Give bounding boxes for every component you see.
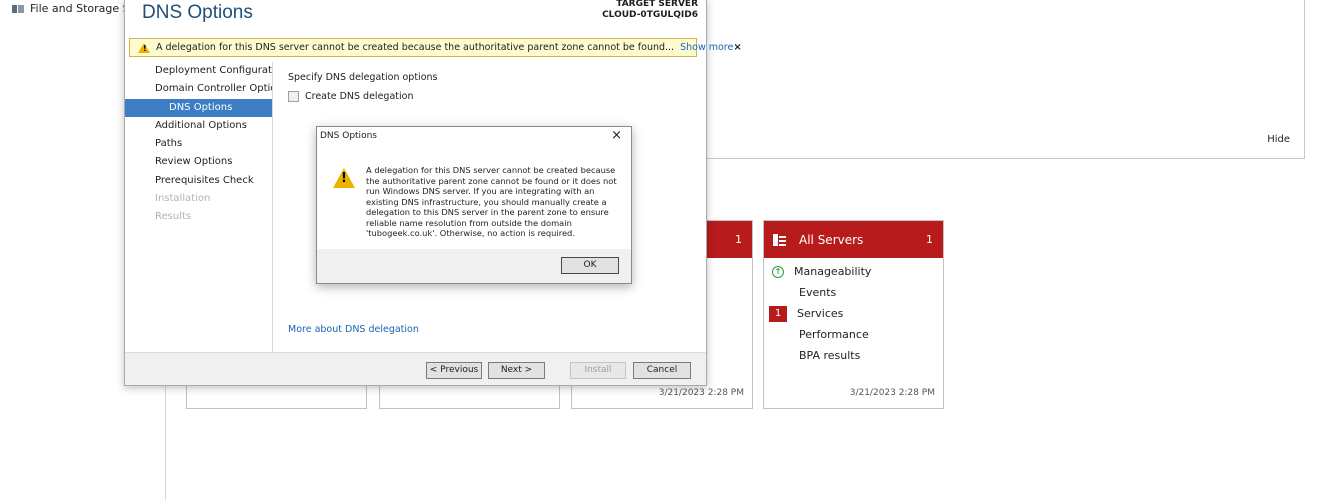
tile-3-timestamp: 3/21/2023 2:28 PM [658,388,744,398]
message-line: delegation to this DNS server in the par… [366,207,609,217]
row-label: Manageability [794,265,872,278]
banner-text: A delegation for this DNS server cannot … [156,42,675,53]
server-group-icon [773,233,786,246]
install-button: Install [570,362,626,379]
message-line: the authoritative parent zone cannot be … [366,175,617,186]
show-more-link[interactable]: Show more [680,42,733,53]
dns-options-messagebox: DNS Options × ! A delegation for this DN… [316,126,632,284]
cancel-button[interactable]: Cancel [633,362,691,379]
create-dns-delegation[interactable]: Create DNS delegation [288,91,413,102]
nav-domain-controller-options[interactable]: Domain Controller Options [125,80,272,98]
create-delegation-checkbox[interactable] [288,91,299,102]
all-servers-tile[interactable]: All Servers 1 ↑ Manageability Events 1 S… [763,220,944,409]
nav-divider [272,62,273,352]
message-line: A delegation for this DNS server cannot … [366,165,616,175]
ok-button[interactable]: OK [561,257,619,274]
all-servers-title: All Servers [799,232,864,247]
nav-paths[interactable]: Paths [125,135,272,153]
message-line: run Windows DNS server. If you are integ… [366,186,595,196]
nav-dns-options[interactable]: DNS Options [125,98,272,117]
warning-icon: ! [333,168,355,188]
messagebox-title: DNS Options [320,131,377,141]
row-services[interactable]: 1 Services [764,303,943,324]
nav-item-file-storage[interactable]: File and Storage Ser [12,2,141,15]
up-arrow-circle-icon: ↑ [772,265,784,278]
warning-icon: ! [138,42,150,53]
file-storage-icon [12,4,24,14]
row-performance[interactable]: Performance [764,324,943,345]
tile-3-count: 1 [735,233,742,246]
row-label: BPA results [799,349,861,362]
row-manageability[interactable]: ↑ Manageability [764,261,943,282]
services-badge: 1 [769,305,787,322]
message-line: reliable name resolution from outside th… [366,217,572,228]
hide-link[interactable]: Hide [1267,134,1290,145]
target-server-name: CLOUD-0TGULQID6 [602,10,698,20]
wizard-footer: < Previous Next > Install Cancel [125,352,706,385]
more-about-dns-link[interactable]: More about DNS delegation [288,324,419,335]
all-servers-header[interactable]: All Servers 1 [764,221,943,258]
target-server: TARGET SERVER CLOUD-0TGULQID6 [602,0,698,21]
message-line: 'tubogeek.co.uk'. Otherwise, no action i… [366,228,575,238]
banner-close-icon[interactable]: × [733,42,741,53]
nav-installation: Installation [155,193,211,205]
row-label: Events [799,286,837,299]
create-delegation-label: Create DNS delegation [305,91,414,102]
row-label: Services [797,307,844,320]
nav-results: Results [155,211,192,223]
nav-additional-options[interactable]: Additional Options [125,117,272,135]
wizard-nav: Deployment Configuration Domain Controll… [125,62,272,227]
previous-button[interactable]: < Previous [426,362,482,379]
nav-review-options[interactable]: Review Options [125,153,272,171]
row-bpa[interactable]: BPA results [764,345,943,366]
all-servers-count: 1 [926,233,933,246]
row-label: Performance [799,328,869,341]
messagebox-text: A delegation for this DNS server cannot … [366,165,622,239]
messagebox-close-icon[interactable]: × [611,128,622,143]
row-events[interactable]: Events [764,282,943,303]
welcome-panel: Hide [700,0,1305,159]
message-line: existing DNS infrastructure, you should … [366,196,607,207]
messagebox-footer: OK [317,249,631,283]
wizard-title: DNS Options [142,2,253,23]
all-servers-timestamp: 3/21/2023 2:28 PM [849,388,935,398]
warning-banner: ! A delegation for this DNS server canno… [129,38,742,57]
target-server-label: TARGET SERVER [616,0,698,9]
next-button[interactable]: Next > [488,362,545,379]
spec-label: Specify DNS delegation options [288,72,438,83]
nav-prerequisites-check[interactable]: Prerequisites Check [125,172,272,190]
nav-deployment-configuration[interactable]: Deployment Configuration [125,62,272,80]
